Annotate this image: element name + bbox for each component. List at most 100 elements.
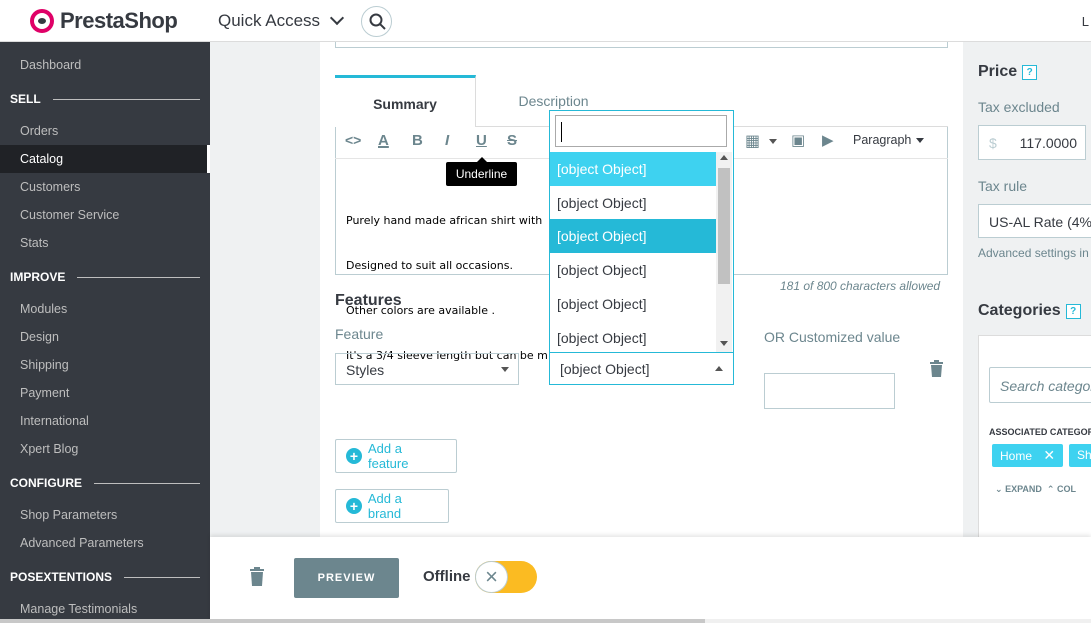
prestashop-logo[interactable]: PrestaShop: [30, 8, 178, 34]
help-icon[interactable]: ?: [1022, 64, 1038, 80]
paragraph-caret-icon: [916, 138, 924, 143]
sidebar-item-shop-parameters[interactable]: Shop Parameters: [20, 508, 117, 522]
category-search-input[interactable]: Search categories: [989, 367, 1091, 403]
scroll-up-icon[interactable]: [720, 155, 728, 160]
table-caret-icon: [769, 139, 777, 144]
editor-content[interactable]: Purely hand made african shirt with Desi…: [346, 183, 550, 378]
plus-icon: +: [346, 448, 362, 464]
sidebar-item-dashboard[interactable]: Dashboard: [20, 58, 81, 72]
price-title-text: Price: [978, 63, 1018, 80]
paragraph-format-dropdown[interactable]: Paragraph: [853, 133, 911, 147]
feature-select[interactable]: Styles: [335, 353, 519, 385]
sidebar-section-label: POSEXTENTIONS: [10, 570, 113, 584]
sidebar-item-xpert-blog[interactable]: Xpert Blog: [20, 442, 78, 456]
category-chip[interactable]: Sh: [1069, 444, 1091, 467]
feature-caret-icon: [501, 367, 509, 372]
add-brand-button[interactable]: + Add a brand: [335, 489, 449, 523]
text-color-icon[interactable]: A: [378, 132, 389, 149]
price-tax-excluded-input[interactable]: $ 117.0000: [978, 125, 1086, 160]
underline-icon[interactable]: U: [476, 132, 487, 149]
dropdown-option[interactable]: [object Object]: [550, 219, 716, 253]
top-bar: PrestaShop Quick Access L: [0, 0, 1091, 42]
dropdown-option[interactable]: [object Object]: [550, 253, 716, 287]
currency-symbol: $: [989, 135, 997, 151]
image-icon[interactable]: ▣: [791, 131, 805, 149]
sidebar-section-label: IMPROVE: [10, 270, 66, 284]
expand-label: EXPAND: [1005, 484, 1042, 494]
add-brand-label: Add a brand: [367, 491, 402, 521]
add-feature-button[interactable]: + Add a feature: [335, 439, 457, 473]
sidebar-item-catalog[interactable]: Catalog: [0, 145, 210, 173]
quick-access-dropdown[interactable]: Quick Access: [218, 10, 345, 31]
sidebar-item-orders[interactable]: Orders: [20, 124, 58, 138]
editor-line: Designed to suit all occasions.: [346, 259, 513, 272]
tab-summary[interactable]: Summary: [335, 75, 476, 127]
feature-label: Feature: [335, 326, 384, 342]
close-icon[interactable]: ✕: [1043, 447, 1055, 463]
code-view-icon[interactable]: <>: [345, 132, 361, 148]
tax-excluded-label: Tax excluded: [978, 99, 1060, 115]
scrollbar-thumb[interactable]: [0, 619, 705, 623]
add-feature-label: Add a feature: [367, 441, 409, 471]
sidebar-item-shipping[interactable]: Shipping: [20, 358, 69, 372]
caret-up-icon: [715, 366, 723, 371]
sidebar-item-design[interactable]: Design: [20, 330, 59, 344]
close-icon[interactable]: ×: [475, 561, 508, 593]
delete-feature-icon[interactable]: [929, 360, 944, 377]
dropdown-option[interactable]: [object Object]: [550, 152, 716, 186]
sidebar-item-international[interactable]: International: [20, 414, 89, 428]
associated-categories-label: ASSOCIATED CATEGORIES: [989, 427, 1091, 437]
delete-product-icon[interactable]: [249, 567, 265, 586]
categories-title-text: Categories: [978, 302, 1061, 319]
feature-value-selected: [object Object]: [560, 361, 650, 377]
sidebar-item-customers[interactable]: Customers: [20, 180, 80, 194]
sidebar-nav: Dashboard SELL Orders Catalog Customers …: [0, 42, 210, 623]
sidebar-item-advanced-parameters[interactable]: Advanced Parameters: [20, 536, 144, 550]
strikethrough-icon[interactable]: S: [507, 132, 517, 149]
horizontal-scrollbar[interactable]: [0, 619, 1091, 623]
sidebar-section-sell: SELL: [10, 92, 200, 106]
table-icon[interactable]: ▦: [745, 131, 760, 151]
collapse-button[interactable]: ⌃ COL: [1047, 484, 1076, 494]
sidebar-item-stats[interactable]: Stats: [20, 236, 49, 250]
preview-button[interactable]: PREVIEW: [294, 558, 399, 598]
dropdown-option[interactable]: [object Object]: [550, 287, 716, 321]
expand-collapse-row: ⌄ EXPAND ⌃ COL: [995, 484, 1076, 495]
tax-rule-label: Tax rule: [978, 178, 1028, 194]
dropdown-option[interactable]: [object Object]: [550, 186, 716, 220]
sidebar-item-modules[interactable]: Modules: [20, 302, 67, 316]
sidebar-section-label: CONFIGURE: [10, 476, 82, 490]
customized-value-input[interactable]: [764, 373, 895, 409]
editor-line: Purely hand made african shirt with: [346, 214, 543, 227]
sidebar-section-improve: IMPROVE: [10, 270, 200, 284]
chevron-down-icon: [329, 10, 345, 26]
dropdown-option[interactable]: [object Object]: [550, 321, 716, 355]
category-chip-home[interactable]: Home ✕: [992, 444, 1064, 467]
help-icon[interactable]: ?: [1065, 303, 1081, 319]
scroll-down-icon[interactable]: [720, 341, 728, 346]
tax-rule-value: US-AL Rate (4%): [989, 214, 1091, 230]
quick-access-label: Quick Access: [218, 11, 321, 30]
bold-icon[interactable]: B: [412, 132, 423, 149]
chip-label: Sh: [1077, 448, 1091, 462]
employee-menu[interactable]: L: [1082, 14, 1089, 29]
sidebar-section-label: SELL: [10, 92, 41, 106]
dropdown-scrollbar-thumb[interactable]: [718, 168, 730, 284]
price-title: Price ?: [978, 63, 1038, 81]
char-count: 181 of 800 characters allowed: [780, 279, 941, 293]
expand-button[interactable]: ⌄ EXPAND: [995, 484, 1042, 494]
customized-value-label: OR Customized value: [764, 329, 901, 345]
sidebar-item-customer-service[interactable]: Customer Service: [20, 208, 119, 222]
search-button[interactable]: [361, 6, 392, 37]
search-icon: [369, 13, 386, 30]
advanced-settings-link[interactable]: Advanced settings in: [978, 246, 1089, 260]
media-icon[interactable]: ▶: [822, 131, 834, 149]
value-dropdown-search[interactable]: [555, 115, 727, 147]
tax-rule-select[interactable]: US-AL Rate (4%): [978, 204, 1091, 238]
chip-label: Home: [1000, 449, 1033, 463]
price-value: 117.0000: [1019, 135, 1077, 151]
sidebar-item-payment[interactable]: Payment: [20, 386, 69, 400]
sidebar-item-manage-testimonials[interactable]: Manage Testimonials: [20, 602, 137, 616]
feature-value-select[interactable]: [object Object]: [549, 352, 734, 385]
italic-icon[interactable]: I: [445, 132, 449, 149]
